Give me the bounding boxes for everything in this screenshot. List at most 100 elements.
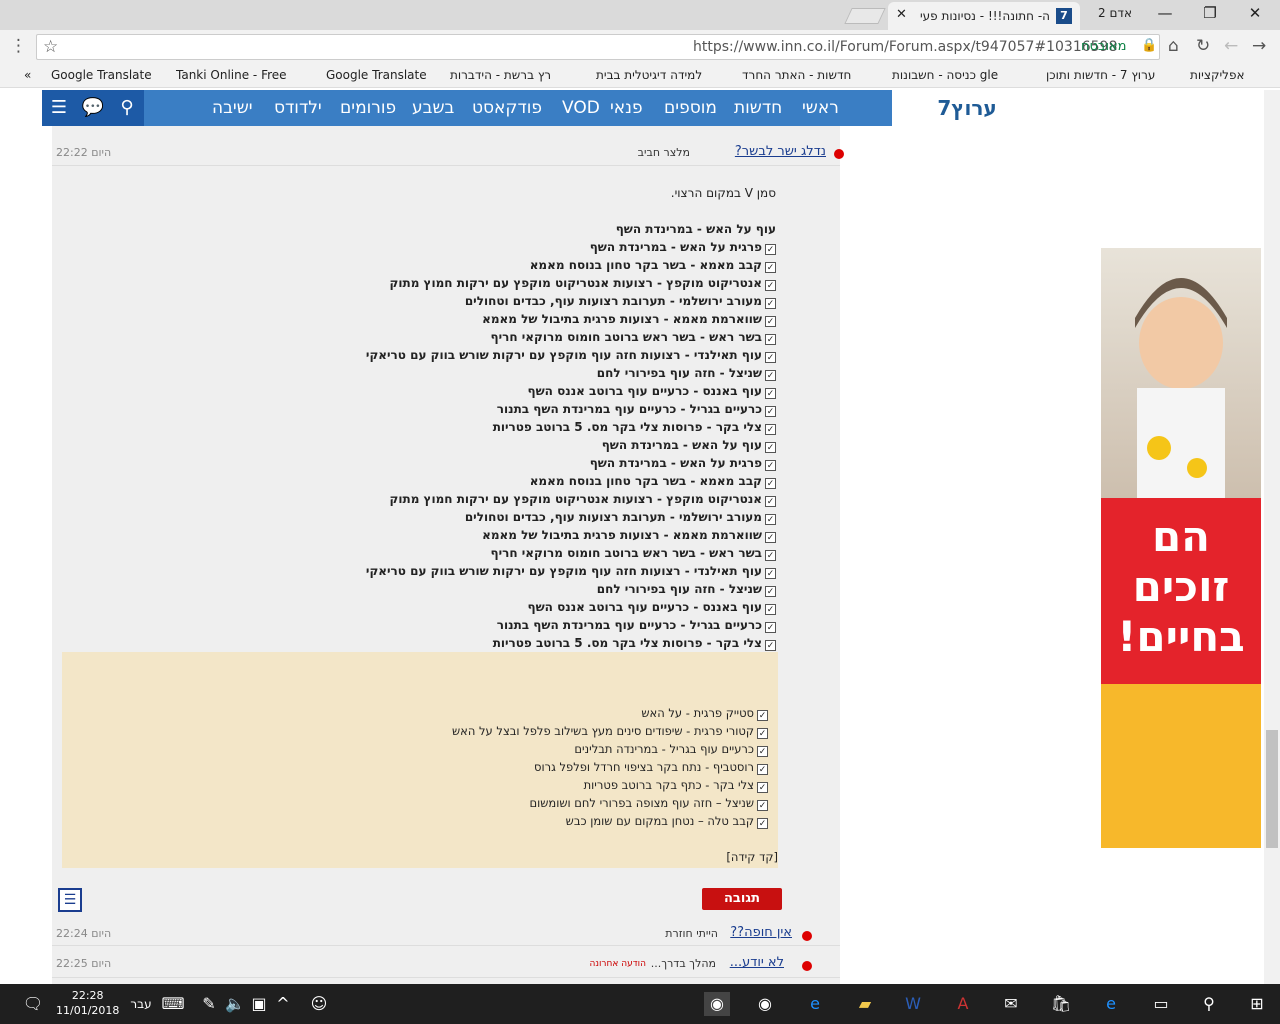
post-title-link[interactable]: נדלג ישר לבשר? <box>735 144 826 159</box>
checkbox-icon[interactable]: ✓ <box>757 782 768 793</box>
volume-icon[interactable]: 🔈 <box>222 992 248 1016</box>
bookmarks-overflow-icon[interactable]: « <box>24 68 31 82</box>
checkbox-icon[interactable]: ✓ <box>765 496 776 507</box>
word-icon[interactable]: W <box>900 992 926 1016</box>
notifications-icon[interactable]: 🗨 <box>20 992 46 1016</box>
checkbox-icon[interactable]: ✓ <box>757 764 768 775</box>
chrome-icon[interactable]: ◉ <box>752 992 778 1016</box>
thread-title-link[interactable]: אין חופה?? <box>730 925 792 940</box>
browser-tab[interactable]: 7 ה- חתונה!!! - נסיונות פעי ✕ <box>888 2 1080 30</box>
close-window-icon[interactable]: ✕ <box>1240 4 1270 22</box>
reload-icon[interactable]: ↻ <box>1196 36 1210 56</box>
bookmark-item[interactable]: ערוץ 7 - חדשות ותוכן <box>1046 68 1155 82</box>
minimize-icon[interactable]: — <box>1150 4 1180 22</box>
new-tab-button[interactable] <box>844 8 886 24</box>
checkbox-icon[interactable]: ✓ <box>765 406 776 417</box>
bookmark-item[interactable]: Tanki Online - Free M <box>176 68 288 82</box>
post-menu-icon[interactable]: ☰ <box>58 888 82 912</box>
checkbox-icon[interactable]: ✓ <box>765 370 776 381</box>
keyboard-icon[interactable]: ⌨ <box>160 992 186 1016</box>
nav-item[interactable]: פודקאסט <box>472 98 542 118</box>
bookmark-item[interactable]: אפליקציות <box>1190 68 1245 82</box>
access-icon[interactable]: A <box>950 992 976 1016</box>
bookmark-item[interactable]: Google Translate <box>51 68 152 82</box>
people-icon[interactable]: ☺ <box>306 992 332 1016</box>
page-scrollbar[interactable] <box>1264 90 1280 984</box>
mail-icon[interactable]: ✉ <box>998 992 1024 1016</box>
bookmark-item[interactable]: למידה דיגיטלית בבית <box>596 68 702 82</box>
nav-item[interactable]: פנאי <box>610 98 643 118</box>
url-text[interactable]: https://www.inn.co.il/Forum/Forum.aspx/t… <box>693 39 1117 55</box>
site-logo[interactable]: ערוץ7 <box>892 90 1042 126</box>
checkbox-icon[interactable]: ✓ <box>757 818 768 829</box>
checkbox-icon[interactable]: ✓ <box>757 800 768 811</box>
checkbox-icon[interactable]: ✓ <box>765 640 776 651</box>
start-windows-icon[interactable]: ⊞ <box>1244 992 1270 1016</box>
checkbox-icon[interactable]: ✓ <box>765 604 776 615</box>
checkbox-icon[interactable]: ✓ <box>757 728 768 739</box>
nav-item[interactable]: מוספים <box>664 98 717 118</box>
edge-icon[interactable]: e <box>1098 992 1124 1016</box>
thread-author[interactable]: מהלך בדרך... <box>651 957 716 970</box>
scrollbar-thumb[interactable] <box>1266 730 1278 848</box>
ad-banner[interactable]: הם זוכים בחיים! <box>1101 248 1261 848</box>
nav-item[interactable]: חדשות <box>734 98 782 118</box>
network-icon[interactable]: ▣ <box>246 992 272 1016</box>
nav-item[interactable]: ילדודס <box>274 98 322 118</box>
reply-button[interactable]: תגובה <box>702 888 782 910</box>
checkbox-icon[interactable]: ✓ <box>765 478 776 489</box>
nav-item[interactable]: VOD <box>562 98 600 118</box>
home-icon[interactable]: ⌂ <box>1168 36 1179 56</box>
checkbox-icon[interactable]: ✓ <box>765 352 776 363</box>
forward-icon[interactable]: ← <box>1224 36 1238 56</box>
profile-label[interactable]: אדם 2 <box>1098 6 1132 20</box>
language-indicator[interactable]: עבר <box>128 992 154 1016</box>
thread-row[interactable]: לא יודע... מהלך בדרך... הודעה אחרונה היו… <box>52 950 840 978</box>
checkbox-icon[interactable]: ✓ <box>765 460 776 471</box>
chrome-active-icon[interactable]: ◉ <box>704 992 730 1016</box>
search-icon[interactable]: ⚲ <box>110 90 144 126</box>
checkbox-icon[interactable]: ✓ <box>765 298 776 309</box>
post-author[interactable]: מלצר חביב <box>638 146 690 159</box>
nav-item[interactable]: בשבע <box>412 98 454 118</box>
bookmark-item[interactable]: רץ ברשת - הידברות <box>450 68 551 82</box>
nav-item[interactable]: פורומים <box>340 98 396 118</box>
thread-title-link[interactable]: לא יודע... <box>730 955 784 970</box>
checkbox-icon[interactable]: ✓ <box>765 244 776 255</box>
thread-row[interactable]: אין חופה?? הייתי חוזרת היום 22:24 <box>52 918 840 946</box>
tab-close-icon[interactable]: ✕ <box>896 7 907 22</box>
secure-label[interactable]: מאובטח <box>1081 39 1127 54</box>
checkbox-icon[interactable]: ✓ <box>765 568 776 579</box>
checkbox-icon[interactable]: ✓ <box>765 316 776 327</box>
bookmark-item[interactable]: Google Translate <box>326 68 427 82</box>
search-icon[interactable]: ⚲ <box>1196 992 1222 1016</box>
menu-dots-icon[interactable]: ⋮ <box>10 36 27 56</box>
checkbox-icon[interactable]: ✓ <box>765 280 776 291</box>
bookmark-item[interactable]: חדשות - האתר החרד <box>742 68 851 82</box>
checkbox-icon[interactable]: ✓ <box>765 532 776 543</box>
bookmark-item[interactable]: כניסה - חשבונות gle <box>892 68 998 82</box>
chat-icon[interactable]: 💬 <box>76 90 110 126</box>
store-icon[interactable]: 🛍 <box>1048 992 1074 1016</box>
nav-item[interactable]: ראשי <box>802 98 839 118</box>
back-icon[interactable]: → <box>1252 36 1266 56</box>
thread-author[interactable]: הייתי חוזרת <box>665 927 718 940</box>
nav-item[interactable]: ישיבה <box>212 98 253 118</box>
checkbox-icon[interactable]: ✓ <box>765 442 776 453</box>
checkbox-icon[interactable]: ✓ <box>765 586 776 597</box>
hamburger-icon[interactable]: ☰ <box>42 90 76 126</box>
file-explorer-icon[interactable]: ▰ <box>852 992 878 1016</box>
checkbox-icon[interactable]: ✓ <box>765 334 776 345</box>
checkbox-icon[interactable]: ✓ <box>757 746 768 757</box>
checkbox-icon[interactable]: ✓ <box>765 514 776 525</box>
ie-icon[interactable]: e <box>802 992 828 1016</box>
restore-icon[interactable]: ❐ <box>1195 4 1225 22</box>
clock[interactable]: 22:28 11/01/2018 <box>56 988 119 1018</box>
checkbox-icon[interactable]: ✓ <box>765 622 776 633</box>
star-icon[interactable]: ☆ <box>43 37 58 57</box>
checkbox-icon[interactable]: ✓ <box>765 388 776 399</box>
task-view-icon[interactable]: ▭ <box>1148 992 1174 1016</box>
pen-icon[interactable]: ✎ <box>196 992 222 1016</box>
checkbox-icon[interactable]: ✓ <box>765 424 776 435</box>
tray-chevron-icon[interactable]: ^ <box>270 992 296 1016</box>
